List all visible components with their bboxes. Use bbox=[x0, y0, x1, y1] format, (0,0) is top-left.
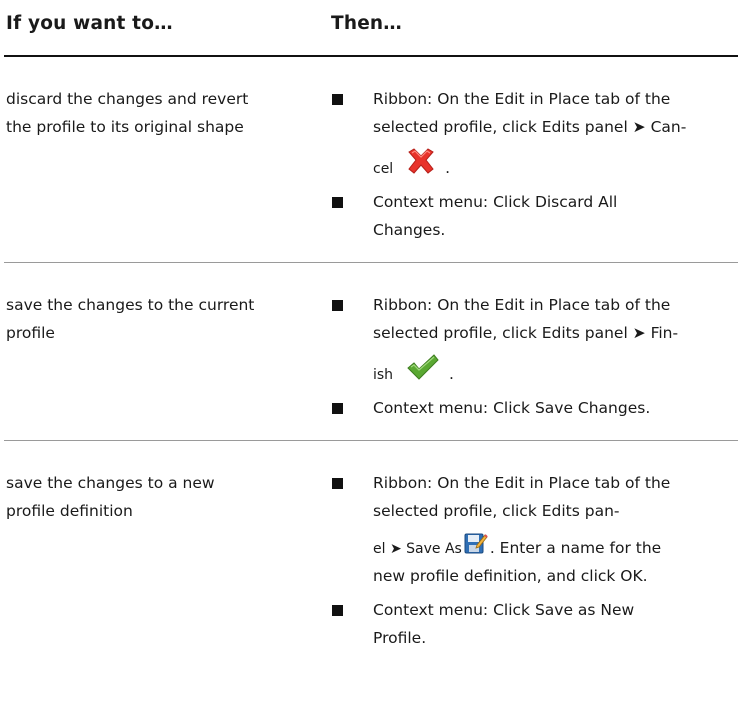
condition-line: profile definition bbox=[6, 502, 133, 520]
condition-cell: save the changes to the current profile bbox=[6, 291, 306, 347]
step-context-menu: Context menu: Click Save as New Profile. bbox=[331, 596, 738, 652]
step-line: selected profile, click Edits panel ➤ Ca… bbox=[373, 118, 687, 136]
step-line: Changes. bbox=[373, 221, 446, 239]
step-line: Profile. bbox=[373, 629, 427, 647]
step-line: cel bbox=[373, 161, 394, 177]
step-line: selected profile, click Edits pan- bbox=[373, 502, 620, 520]
step-context-menu: Context menu: Click Save Changes. bbox=[331, 394, 738, 422]
step-line: . bbox=[445, 159, 451, 177]
condition-cell: save the changes to a new profile defini… bbox=[6, 469, 306, 525]
step-line: Ribbon: On the Edit in Place tab of the bbox=[373, 474, 671, 492]
bullet-square-icon bbox=[332, 403, 343, 414]
step-line: Context menu: Click Save as New bbox=[373, 601, 635, 619]
step-context-menu: Context menu: Click Discard All Changes. bbox=[331, 188, 738, 244]
condition-line: discard the changes and revert bbox=[6, 90, 249, 108]
step-line: ish bbox=[373, 367, 394, 383]
step-line: el ➤ Save As bbox=[373, 541, 462, 557]
step-line: Context menu: Click Save Changes. bbox=[373, 399, 651, 417]
step-line: new profile definition, and click OK. bbox=[373, 567, 648, 585]
header-if-you-want-to: If you want to… bbox=[6, 13, 173, 34]
step-ribbon: Ribbon: On the Edit in Place tab of the … bbox=[331, 469, 738, 590]
steps-cell: Ribbon: On the Edit in Place tab of the … bbox=[331, 291, 738, 422]
steps-cell: Ribbon: On the Edit in Place tab of the … bbox=[331, 469, 738, 652]
header-then: Then… bbox=[331, 13, 403, 34]
table-row-discard: discard the changes and revert the profi… bbox=[4, 57, 738, 263]
bullet-square-icon bbox=[332, 300, 343, 311]
table-row-save-new: save the changes to a new profile defini… bbox=[4, 441, 738, 728]
condition-line: save the changes to a new bbox=[6, 474, 215, 492]
save-as-icon[interactable] bbox=[464, 531, 488, 562]
step-line: . Enter a name for the bbox=[489, 539, 662, 557]
bullet-square-icon bbox=[332, 197, 343, 208]
step-ribbon: Ribbon: On the Edit in Place tab of the … bbox=[331, 85, 738, 182]
step-ribbon: Ribbon: On the Edit in Place tab of the … bbox=[331, 291, 738, 388]
step-line: Ribbon: On the Edit in Place tab of the bbox=[373, 90, 671, 108]
options-table: If you want to… Then… discard the change… bbox=[4, 0, 738, 728]
cancel-icon[interactable] bbox=[406, 147, 436, 182]
steps-cell: Ribbon: On the Edit in Place tab of the … bbox=[331, 85, 738, 244]
table-row-save-current: save the changes to the current profile … bbox=[4, 263, 738, 441]
check-icon[interactable] bbox=[406, 353, 440, 388]
condition-cell: discard the changes and revert the profi… bbox=[6, 85, 306, 141]
table-header: If you want to… Then… bbox=[4, 0, 738, 57]
step-line: selected profile, click Edits panel ➤ Fi… bbox=[373, 324, 679, 342]
condition-line: save the changes to the current bbox=[6, 296, 255, 314]
step-line: Context menu: Click Discard All bbox=[373, 193, 618, 211]
step-line: . bbox=[448, 365, 454, 383]
condition-line: the profile to its original shape bbox=[6, 118, 244, 136]
bullet-square-icon bbox=[332, 478, 343, 489]
step-line: Ribbon: On the Edit in Place tab of the bbox=[373, 296, 671, 314]
bullet-square-icon bbox=[332, 94, 343, 105]
condition-line: profile bbox=[6, 324, 55, 342]
bullet-square-icon bbox=[332, 605, 343, 616]
